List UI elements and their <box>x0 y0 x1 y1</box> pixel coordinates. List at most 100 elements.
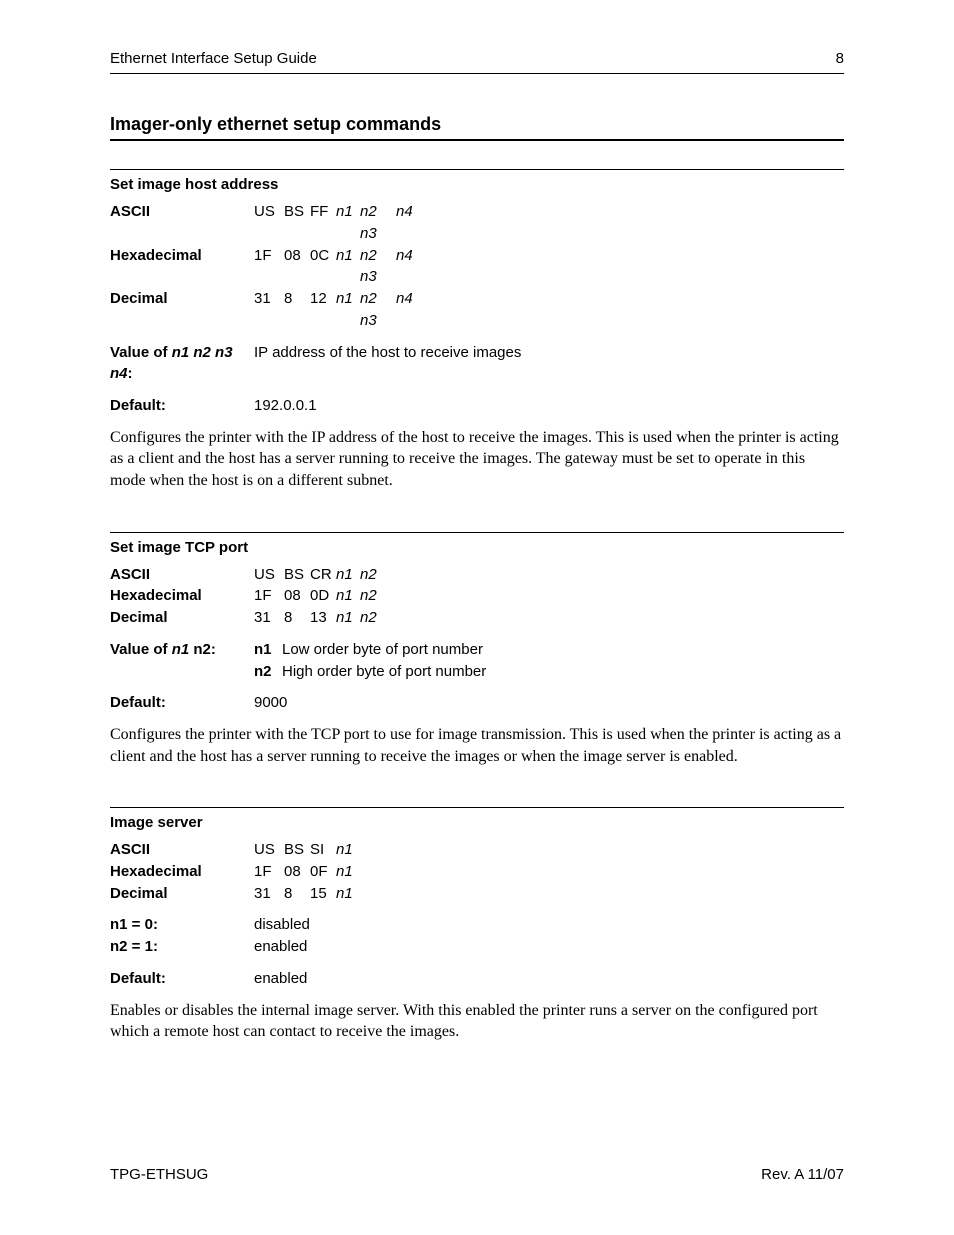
code-row-hex: Hexadecimal 1F 08 0D n1 n2 <box>110 585 844 607</box>
label-suffix: : <box>128 365 133 382</box>
code-row-ascii: ASCII US BS CR n1 n2 <box>110 564 844 586</box>
section-title: Set image TCP port <box>110 539 844 556</box>
section-body: Enables or disables the internal image s… <box>110 1000 844 1043</box>
section-set-image-host-address: Set image host address ASCII US BS FF n1… <box>110 169 844 492</box>
section-set-image-tcp-port: Set image TCP port ASCII US BS CR n1 n2 … <box>110 532 844 768</box>
code-label: ASCII <box>110 839 254 861</box>
code-col: n1 <box>336 564 360 586</box>
code-col: 13 <box>310 607 336 629</box>
code-label: Hexadecimal <box>110 245 254 289</box>
code-values: US BS CR n1 n2 <box>254 564 844 586</box>
code-col: 15 <box>310 883 336 905</box>
code-col: BS <box>284 201 310 245</box>
page: Ethernet Interface Setup Guide 8 Imager-… <box>0 0 954 1235</box>
code-values: 1F 08 0F n1 <box>254 861 844 883</box>
label-suffix: n2: <box>189 641 216 658</box>
n2-description: n2 High order byte of port number <box>254 661 844 683</box>
code-values: US BS FF n1 n2 n3 n4 <box>254 201 844 245</box>
section-rule <box>110 169 844 170</box>
n2-value: enabled <box>254 936 844 958</box>
default-value: 9000 <box>254 692 844 714</box>
value-of-row: Value of n1 n2: n1 Low order byte of por… <box>110 639 844 683</box>
code-col: 31 <box>254 607 284 629</box>
footer-left: TPG-ETHSUG <box>110 1166 208 1183</box>
n2-label: n2 = 1: <box>110 936 254 958</box>
n-key: n2 <box>254 661 282 683</box>
code-col: 8 <box>284 607 310 629</box>
code-col: n1 <box>336 861 360 883</box>
footer-right: Rev. A 11/07 <box>761 1166 844 1183</box>
page-heading: Imager-only ethernet setup commands <box>110 114 844 141</box>
code-row-dec: Decimal 31 8 12 n1 n2 n3 n4 <box>110 288 844 332</box>
label-prefix: Value of <box>110 344 172 361</box>
code-label: ASCII <box>110 201 254 245</box>
code-col: n2 n3 <box>360 245 396 289</box>
label-italic: n1 <box>172 641 190 658</box>
default-row: Default: enabled <box>110 968 844 990</box>
code-label: Hexadecimal <box>110 585 254 607</box>
code-col: CR <box>310 564 336 586</box>
code-col: n1 <box>336 883 360 905</box>
code-col: 8 <box>284 288 310 332</box>
value-of-value: IP address of the host to receive images <box>254 342 844 386</box>
code-col: n4 <box>396 288 426 332</box>
code-label: ASCII <box>110 564 254 586</box>
code-col: 0D <box>310 585 336 607</box>
code-col: 1F <box>254 245 284 289</box>
code-row-dec: Decimal 31 8 13 n1 n2 <box>110 607 844 629</box>
doc-title: Ethernet Interface Setup Guide <box>110 50 317 67</box>
code-col: n2 n3 <box>360 288 396 332</box>
code-values: 31 8 15 n1 <box>254 883 844 905</box>
section-rule <box>110 532 844 533</box>
code-col: 08 <box>284 861 310 883</box>
section-body: Configures the printer with the IP addre… <box>110 427 844 492</box>
code-row-dec: Decimal 31 8 15 n1 <box>110 883 844 905</box>
label-prefix: Value of <box>110 641 172 658</box>
code-col: n1 <box>336 245 360 289</box>
code-label: Decimal <box>110 883 254 905</box>
code-col: 08 <box>284 245 310 289</box>
code-col: US <box>254 201 284 245</box>
n-key: n1 <box>254 639 282 661</box>
code-col: 1F <box>254 861 284 883</box>
code-col: n2 <box>360 564 396 586</box>
code-values: 1F 08 0C n1 n2 n3 n4 <box>254 245 844 289</box>
section-title: Set image host address <box>110 176 844 193</box>
code-row-ascii: ASCII US BS FF n1 n2 n3 n4 <box>110 201 844 245</box>
value-of-row: Value of n1 n2 n3 n4: IP address of the … <box>110 342 844 386</box>
n-text: Low order byte of port number <box>282 639 483 661</box>
code-col: 0C <box>310 245 336 289</box>
code-label: Hexadecimal <box>110 861 254 883</box>
code-col: SI <box>310 839 336 861</box>
code-values: 1F 08 0D n1 n2 <box>254 585 844 607</box>
code-col: n4 <box>396 201 426 245</box>
code-col: 31 <box>254 883 284 905</box>
n1-row: n1 = 0: disabled <box>110 914 844 936</box>
running-header: Ethernet Interface Setup Guide 8 <box>110 50 844 74</box>
code-col: 12 <box>310 288 336 332</box>
default-row: Default: 9000 <box>110 692 844 714</box>
section-title: Image server <box>110 814 844 831</box>
section-image-server: Image server ASCII US BS SI n1 Hexadecim… <box>110 807 844 1043</box>
code-col: 8 <box>284 883 310 905</box>
default-label: Default: <box>110 968 254 990</box>
n1-description: n1 Low order byte of port number <box>254 639 844 661</box>
code-col: FF <box>310 201 336 245</box>
code-col: BS <box>284 839 310 861</box>
code-col: 0F <box>310 861 336 883</box>
code-label: Decimal <box>110 607 254 629</box>
page-number: 8 <box>836 50 844 67</box>
code-values: 31 8 13 n1 n2 <box>254 607 844 629</box>
section-body: Configures the printer with the TCP port… <box>110 724 844 767</box>
code-row-hex: Hexadecimal 1F 08 0F n1 <box>110 861 844 883</box>
value-of-label: Value of n1 n2: <box>110 639 254 683</box>
default-value: 192.0.0.1 <box>254 395 844 417</box>
page-footer: TPG-ETHSUG Rev. A 11/07 <box>110 1166 844 1183</box>
section-rule <box>110 807 844 808</box>
code-values: US BS SI n1 <box>254 839 844 861</box>
code-col: n1 <box>336 839 360 861</box>
code-col: 1F <box>254 585 284 607</box>
code-row-hex: Hexadecimal 1F 08 0C n1 n2 n3 n4 <box>110 245 844 289</box>
code-col: n2 n3 <box>360 201 396 245</box>
code-values: 31 8 12 n1 n2 n3 n4 <box>254 288 844 332</box>
